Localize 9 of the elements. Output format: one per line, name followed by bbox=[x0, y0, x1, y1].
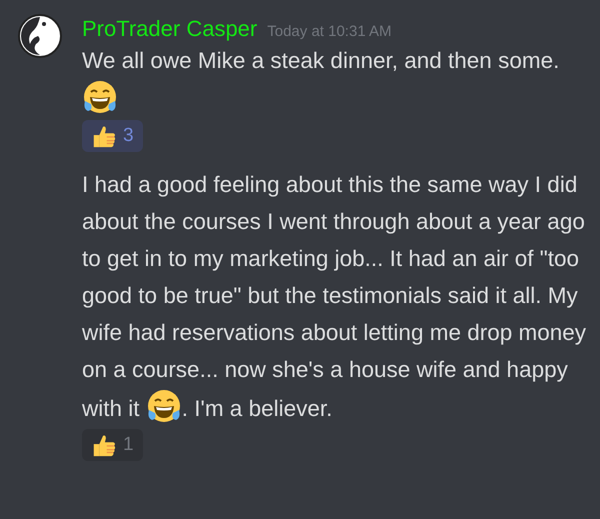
message-text: We all owe Mike a steak dinner, and then some. bbox=[82, 42, 587, 118]
message-timestamp: Today at 10:31 AM bbox=[267, 23, 392, 40]
laughing-tears-emoji-icon bbox=[82, 79, 118, 115]
author-name[interactable]: ProTrader Casper bbox=[82, 16, 258, 42]
reaction-button[interactable]: 3 bbox=[82, 120, 143, 152]
message-text: I had a good feeling about this the same way I did about the courses I went through about a year ago to get in to my marketing job... It had an air of "too good to be true" but the testimonials said it all. My wife had reservations about letting me drop money on a course... now she's a house wife and happy with it . I'm a believer. bbox=[82, 166, 587, 427]
laughing-tears-emoji-icon bbox=[146, 388, 182, 424]
reaction-button[interactable]: 1 bbox=[82, 429, 143, 461]
avatar-icon[interactable] bbox=[18, 14, 62, 58]
